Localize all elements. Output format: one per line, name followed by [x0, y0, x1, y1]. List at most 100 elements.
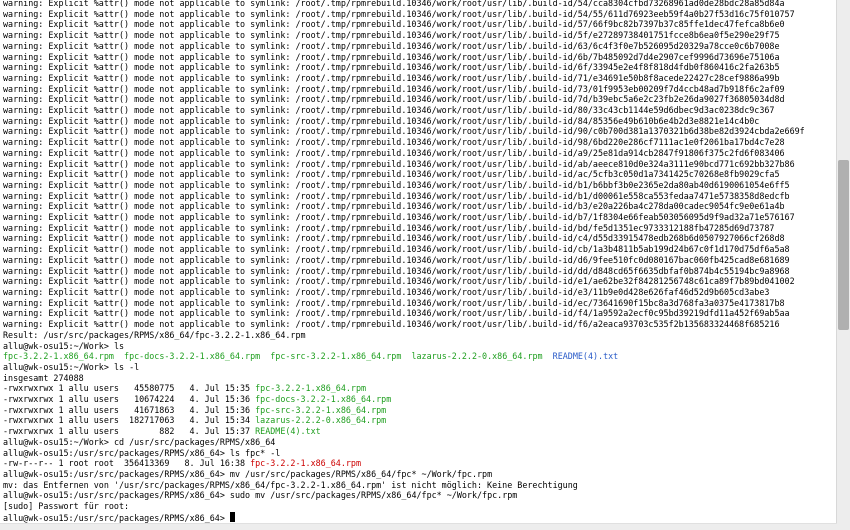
terminal-line: warning: Explicit %attr() mode not appli… [3, 244, 833, 255]
terminal-line: warning: Explicit %attr() mode not appli… [3, 41, 833, 52]
error-line: mv: das Entfernen von '/usr/src/packages… [3, 480, 578, 490]
prompt-sep: > [220, 513, 230, 523]
warning-line: warning: Explicit %attr() mode not appli… [3, 223, 774, 233]
warning-line: warning: Explicit %attr() mode not appli… [3, 94, 785, 104]
terminal-line: -rwxrwxrwx 1 allu users 882 4. Jul 15:37… [3, 426, 833, 437]
warning-line: warning: Explicit %attr() mode not appli… [3, 244, 790, 254]
terminal-line: warning: Explicit %attr() mode not appli… [3, 62, 833, 73]
terminal-line: allu@wk-osu15:/usr/src/packages/RPMS/x86… [3, 448, 833, 459]
terminal-line: allu@wk-osu15:/usr/src/packages/RPMS/x86… [3, 490, 833, 501]
warning-line: warning: Explicit %attr() mode not appli… [3, 73, 780, 83]
terminal-line: warning: Explicit %attr() mode not appli… [3, 298, 833, 309]
terminal-line: warning: Explicit %attr() mode not appli… [3, 255, 833, 266]
terminal-line: warning: Explicit %attr() mode not appli… [3, 52, 833, 63]
file-name: README(4).txt [553, 351, 619, 361]
horizontal-scrollbar[interactable] [0, 523, 837, 530]
terminal-line: warning: Explicit %attr() mode not appli… [3, 276, 833, 287]
terminal-line: warning: Explicit %attr() mode not appli… [3, 94, 833, 105]
warning-line: warning: Explicit %attr() mode not appli… [3, 105, 774, 115]
terminal-line: warning: Explicit %attr() mode not appli… [3, 105, 833, 116]
prompt-sep: > [220, 448, 230, 458]
prompt-sep: > [220, 490, 230, 500]
terminal-line: allu@wk-osu15:~/Work> ls [3, 341, 833, 352]
warning-line: warning: Explicit %attr() mode not appli… [3, 255, 790, 265]
warning-line: warning: Explicit %attr() mode not appli… [3, 0, 785, 8]
warning-line: warning: Explicit %attr() mode not appli… [3, 116, 759, 126]
terminal-line: warning: Explicit %attr() mode not appli… [3, 126, 833, 137]
terminal-line: warning: Explicit %attr() mode not appli… [3, 73, 833, 84]
warning-line: warning: Explicit %attr() mode not appli… [3, 9, 795, 19]
file-name: fpc-3.2.2-1.x86_64.rpm [250, 458, 361, 468]
warning-line: warning: Explicit %attr() mode not appli… [3, 148, 785, 158]
terminal-line: warning: Explicit %attr() mode not appli… [3, 308, 833, 319]
file-attrs: -rwxrwxrwx 1 allu users 182717063 4. Jul… [3, 415, 255, 425]
warning-line: warning: Explicit %attr() mode not appli… [3, 287, 769, 297]
cursor [230, 512, 235, 522]
prompt-path: /usr/src/packages/RPMS/x86_64 [74, 490, 220, 500]
warning-line: warning: Explicit %attr() mode not appli… [3, 52, 780, 62]
vertical-scrollbar[interactable] [836, 0, 850, 530]
terminal-output[interactable]: warning: Explicit %attr() mode not appli… [3, 0, 833, 523]
prompt-path: /usr/src/packages/RPMS/x86_64 [74, 448, 220, 458]
terminal-line: -rw-r--r-- 1 root root 356413369 8. Jul … [3, 458, 833, 469]
terminal-line: -rwxrwxrwx 1 allu users 45580775 4. Jul … [3, 383, 833, 394]
warning-line: warning: Explicit %attr() mode not appli… [3, 266, 790, 276]
terminal-line: -rwxrwxrwx 1 allu users 41671863 4. Jul … [3, 405, 833, 416]
prompt-sep: > [104, 341, 114, 351]
terminal-line: warning: Explicit %attr() mode not appli… [3, 180, 833, 191]
command-text: ls [114, 341, 124, 351]
terminal-line: warning: Explicit %attr() mode not appli… [3, 212, 833, 223]
terminal-line: warning: Explicit %attr() mode not appli… [3, 9, 833, 20]
warning-line: warning: Explicit %attr() mode not appli… [3, 30, 780, 40]
terminal-line: [sudo] Passwort für root: [3, 501, 833, 512]
terminal-line: -rwxrwxrwx 1 allu users 182717063 4. Jul… [3, 415, 833, 426]
terminal-line: allu@wk-osu15:/usr/src/packages/RPMS/x86… [3, 512, 833, 524]
file-name: fpc-src-3.2.2-1.x86_64.rpm [270, 351, 401, 361]
terminal-line: warning: Explicit %attr() mode not appli… [3, 137, 833, 148]
terminal-line: allu@wk-osu15:~/Work> ls -l [3, 362, 833, 373]
command-text: ls fpc* -l [230, 448, 280, 458]
terminal-line: warning: Explicit %attr() mode not appli… [3, 169, 833, 180]
file-name: fpc-3.2.2-1.x86_64.rpm [3, 351, 114, 361]
sudo-prompt: [sudo] Passwort für root: [3, 501, 129, 511]
prompt-userhost: allu@wk-osu15: [3, 362, 74, 372]
prompt-path: ~/Work [74, 437, 104, 447]
warning-line: warning: Explicit %attr() mode not appli… [3, 191, 790, 201]
warning-line: warning: Explicit %attr() mode not appli… [3, 62, 780, 72]
terminal-line: warning: Explicit %attr() mode not appli… [3, 266, 833, 277]
warning-line: warning: Explicit %attr() mode not appli… [3, 159, 795, 169]
terminal-line: warning: Explicit %attr() mode not appli… [3, 159, 833, 170]
warning-line: warning: Explicit %attr() mode not appli… [3, 41, 780, 51]
vertical-scroll-thumb[interactable] [838, 160, 849, 330]
terminal-line: warning: Explicit %attr() mode not appli… [3, 30, 833, 41]
terminal-line: warning: Explicit %attr() mode not appli… [3, 116, 833, 127]
prompt-path: /usr/src/packages/RPMS/x86_64 [74, 469, 220, 479]
prompt-sep: > [220, 469, 230, 479]
terminal-line: insgesamt 274088 [3, 373, 833, 384]
terminal-line: warning: Explicit %attr() mode not appli… [3, 287, 833, 298]
warning-line: warning: Explicit %attr() mode not appli… [3, 84, 785, 94]
file-name: fpc-docs-3.2.2-1.x86_64.rpm [255, 394, 391, 404]
terminal-line: warning: Explicit %attr() mode not appli… [3, 319, 833, 330]
terminal-line: warning: Explicit %attr() mode not appli… [3, 233, 833, 244]
file-name: fpc-3.2.2-1.x86_64.rpm [255, 383, 366, 393]
terminal-line: warning: Explicit %attr() mode not appli… [3, 148, 833, 159]
file-attrs: -rwxrwxrwx 1 allu users 882 4. Jul 15:37 [3, 426, 255, 436]
prompt-userhost: allu@wk-osu15: [3, 469, 74, 479]
prompt-sep: > [104, 362, 114, 372]
warning-line: warning: Explicit %attr() mode not appli… [3, 19, 785, 29]
prompt-userhost: allu@wk-osu15: [3, 437, 74, 447]
file-attrs: -rwxrwxrwx 1 allu users 45580775 4. Jul … [3, 383, 255, 393]
warning-line: warning: Explicit %attr() mode not appli… [3, 180, 790, 190]
warning-line: warning: Explicit %attr() mode not appli… [3, 212, 795, 222]
file-attrs: -rwxrwxrwx 1 allu users 41671863 4. Jul … [3, 405, 255, 415]
warning-line: warning: Explicit %attr() mode not appli… [3, 126, 805, 136]
prompt-userhost: allu@wk-osu15: [3, 490, 74, 500]
terminal-line: allu@wk-osu15:~/Work> cd /usr/src/packag… [3, 437, 833, 448]
prompt-path: ~/Work [74, 362, 104, 372]
warning-line: warning: Explicit %attr() mode not appli… [3, 298, 785, 308]
terminal-line: warning: Explicit %attr() mode not appli… [3, 84, 833, 95]
terminal-line: -rwxrwxrwx 1 allu users 10674224 4. Jul … [3, 394, 833, 405]
command-text: sudo mv /usr/src/packages/RPMS/x86_64/fp… [230, 490, 517, 500]
file-attrs: -rw-r--r-- 1 root root 356413369 8. Jul … [3, 458, 250, 468]
